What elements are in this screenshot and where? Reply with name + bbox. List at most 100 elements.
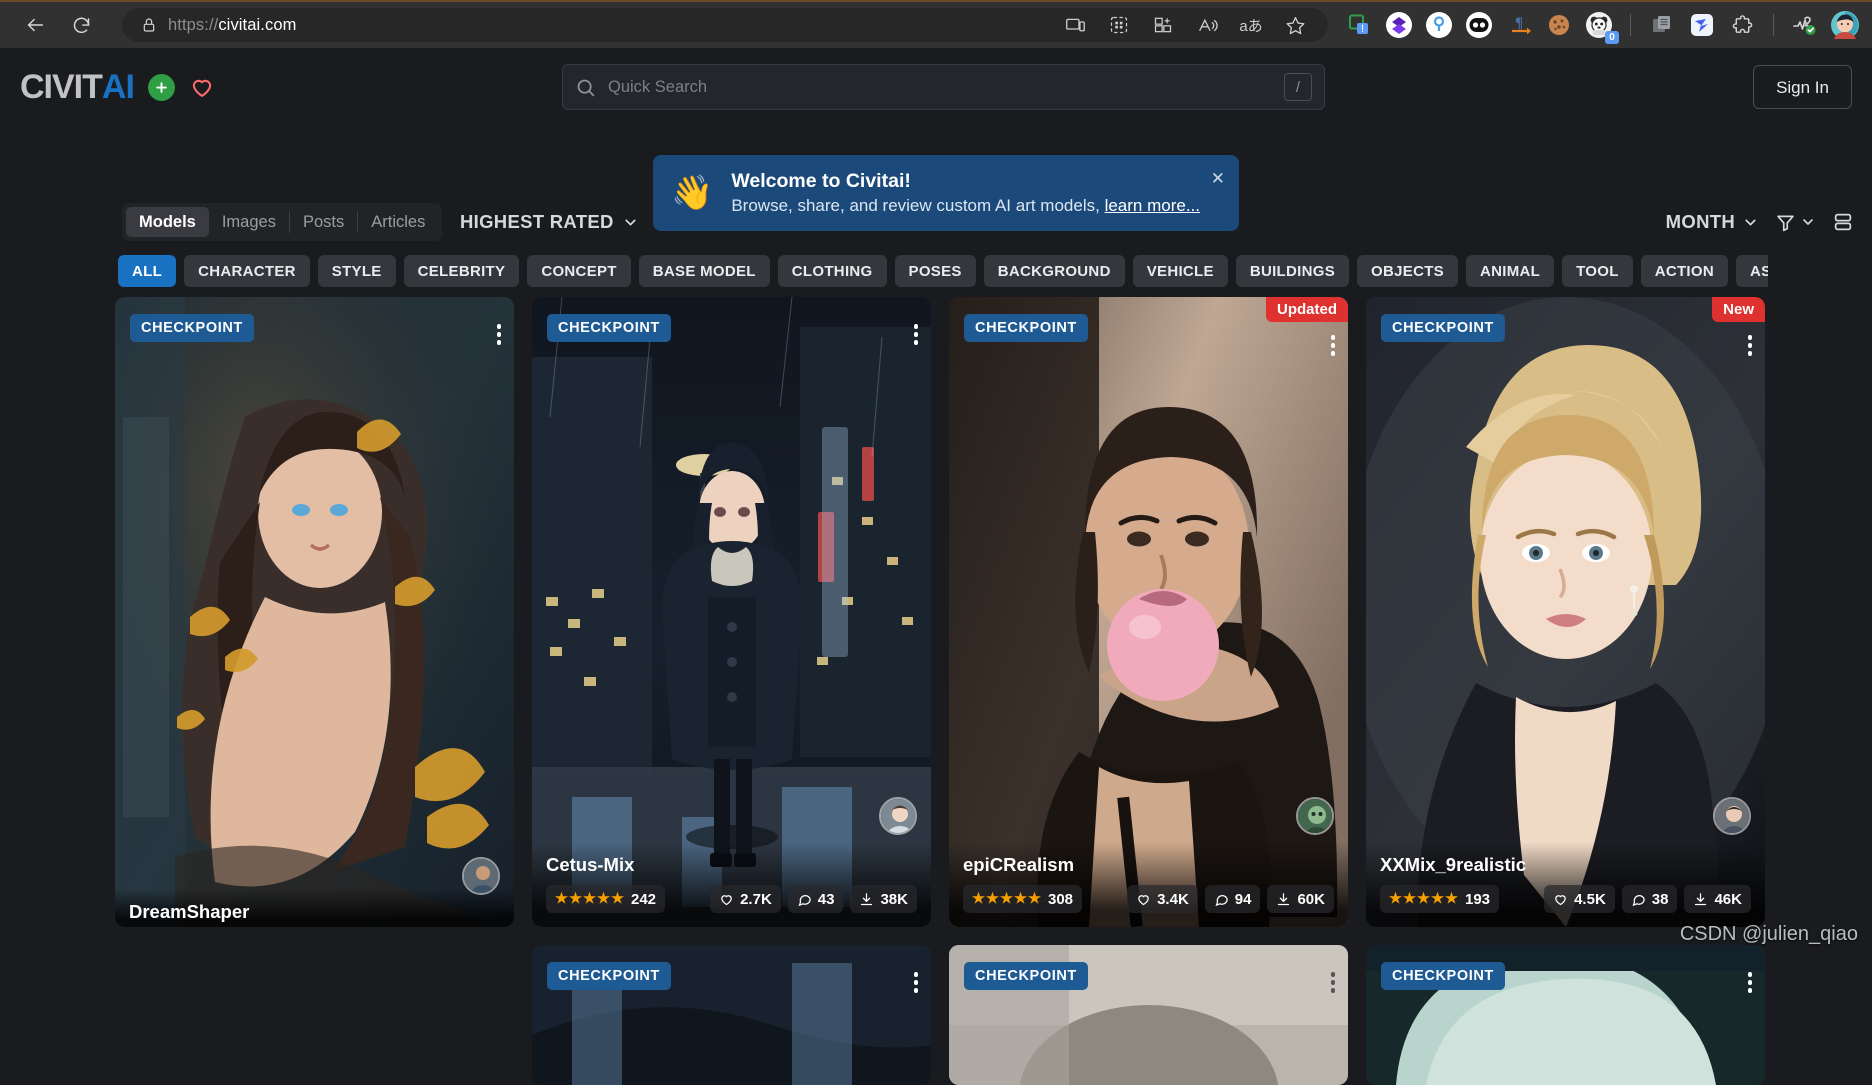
updated-badge: Updated [1266,297,1348,322]
model-card[interactable]: CHECKPOINT New XXMix_9realistic ★★★★★ 19… [1366,297,1765,927]
keyring-icon[interactable] [1422,8,1456,42]
back-button[interactable] [16,6,54,44]
filter-funnel-icon [1775,212,1796,233]
close-icon[interactable]: ✕ [1211,169,1225,189]
search-bar[interactable]: / [562,64,1325,110]
chip-style[interactable]: STYLE [318,255,396,287]
card-menu-icon[interactable] [1748,335,1753,356]
creator-avatar[interactable] [462,857,500,895]
heart-icon [719,892,734,907]
chip-objects[interactable]: OBJECTS [1357,255,1458,287]
chip-animal[interactable]: ANIMAL [1466,255,1554,287]
model-card[interactable]: CHECKPOINT [1366,945,1765,1085]
tab-posts[interactable]: Posts [290,207,357,237]
addressbar-actions: aあ [1060,10,1314,40]
period-dropdown[interactable]: MONTH [1666,211,1759,233]
chip-base-model[interactable]: BASE MODEL [639,255,770,287]
card-menu-icon[interactable] [914,324,919,345]
cookie-icon[interactable] [1542,8,1576,42]
civitai-logo[interactable]: CIVITAI [20,68,134,107]
search-input[interactable] [608,78,1284,97]
card-thumbnail [532,297,931,927]
chip-celebrity[interactable]: CELEBRITY [404,255,520,287]
browser-essentials-icon[interactable] [1788,8,1822,42]
tab-models[interactable]: Models [126,207,209,237]
sort-dropdown[interactable]: HIGHEST RATED [460,207,639,237]
split-screen-icon[interactable] [1148,10,1178,40]
browser-toolbar: https://civitai.com aあ ! [0,0,1872,48]
chip-action[interactable]: ACTION [1641,255,1728,287]
panda-badge-count: 0 [1605,31,1619,44]
likes-count: 4.5K [1574,891,1606,908]
model-type-badge: CHECKPOINT [1381,962,1505,990]
tab-images[interactable]: Images [209,207,289,237]
chip-character[interactable]: CHARACTER [184,255,310,287]
chip-poses[interactable]: POSES [895,255,976,287]
downloads-pill: 38K [850,885,917,913]
comment-icon [797,892,812,907]
chevron-down-icon [1742,214,1759,231]
chip-all[interactable]: ALL [118,255,176,287]
creator-avatar[interactable] [879,797,917,835]
heart-icon[interactable] [189,74,215,100]
site-header: CIVITAI / Sign In [0,48,1872,126]
chip-background[interactable]: BACKGROUND [984,255,1125,287]
comment-icon [1214,892,1229,907]
card-menu-icon[interactable] [1331,972,1336,993]
layout-toggle-button[interactable] [1832,211,1854,233]
address-bar[interactable]: https://civitai.com aあ [122,8,1328,42]
creator-avatar[interactable] [1713,797,1751,835]
profile-avatar-icon[interactable] [1828,8,1862,42]
tabs-row: Models Images Posts Articles HIGHEST RAT… [0,203,1872,247]
blue-bird-icon[interactable] [1685,8,1719,42]
model-type-badge: CHECKPOINT [547,314,671,342]
sign-in-button[interactable]: Sign In [1753,65,1852,109]
model-type-badge: CHECKPOINT [964,314,1088,342]
comments-count: 43 [818,891,835,908]
tab-articles[interactable]: Articles [358,207,438,237]
puzzle-extensions-icon[interactable] [1725,8,1759,42]
panda-extension-icon[interactable]: 0 [1582,8,1616,42]
chip-buildings[interactable]: BUILDINGS [1236,255,1349,287]
rating-pill: ★★★★★ 242 [546,885,665,913]
purple-diamond-icon[interactable] [1382,8,1416,42]
download-icon [859,892,874,907]
card-menu-icon[interactable] [914,972,919,993]
url-scheme: https:// [168,16,218,34]
card-footer: XXMix_9realistic ★★★★★ 193 4.5K 38 46K [1366,842,1765,927]
comments-pill: 94 [1205,885,1261,913]
create-button[interactable] [148,74,175,101]
model-card[interactable]: CHECKPOINT DreamShaper [115,297,514,927]
card-menu-icon[interactable] [1331,335,1336,356]
chip-tool[interactable]: TOOL [1562,255,1633,287]
filter-button[interactable] [1775,212,1816,233]
logo-text-ai: AI [102,68,134,107]
chip-assets[interactable]: ASSETS [1736,255,1768,287]
creator-avatar[interactable] [1296,797,1334,835]
translate-icon[interactable]: aあ [1236,10,1266,40]
reload-button[interactable] [62,6,100,44]
likes-pill: 3.4K [1127,885,1198,913]
apps-grid-icon[interactable] [1104,10,1134,40]
model-card[interactable]: CHECKPOINT [949,945,1348,1085]
card-menu-icon[interactable] [497,324,502,345]
sort-dropdown-label: HIGHEST RATED [460,211,614,233]
favorite-star-icon[interactable] [1280,10,1310,40]
chip-concept[interactable]: CONCEPT [527,255,630,287]
rating-pill: ★★★★★ 308 [963,885,1082,913]
card-stats: ★★★★★ 242 2.7K 43 38K [546,885,917,913]
model-card[interactable]: CHECKPOINT [532,945,931,1085]
model-card[interactable]: CHECKPOINT Updated epiCRealism ★★★★★ 308… [949,297,1348,927]
cast-icon[interactable] [1060,10,1090,40]
copy-pages-icon[interactable] [1645,8,1679,42]
model-card[interactable]: CHECKPOINT Cetus-Mix ★★★★★ 242 2.7K 43 [532,297,931,927]
pilcrow-arrow-icon[interactable]: ¶ [1502,8,1536,42]
dots-capsule-icon[interactable] [1462,8,1496,42]
card-menu-icon[interactable] [1748,972,1753,993]
collections-icon[interactable]: ! [1342,8,1376,42]
chip-vehicle[interactable]: VEHICLE [1133,255,1228,287]
model-card[interactable] [115,945,514,1085]
model-type-badge: CHECKPOINT [1381,314,1505,342]
read-aloud-icon[interactable] [1192,10,1222,40]
chip-clothing[interactable]: CLOTHING [778,255,887,287]
